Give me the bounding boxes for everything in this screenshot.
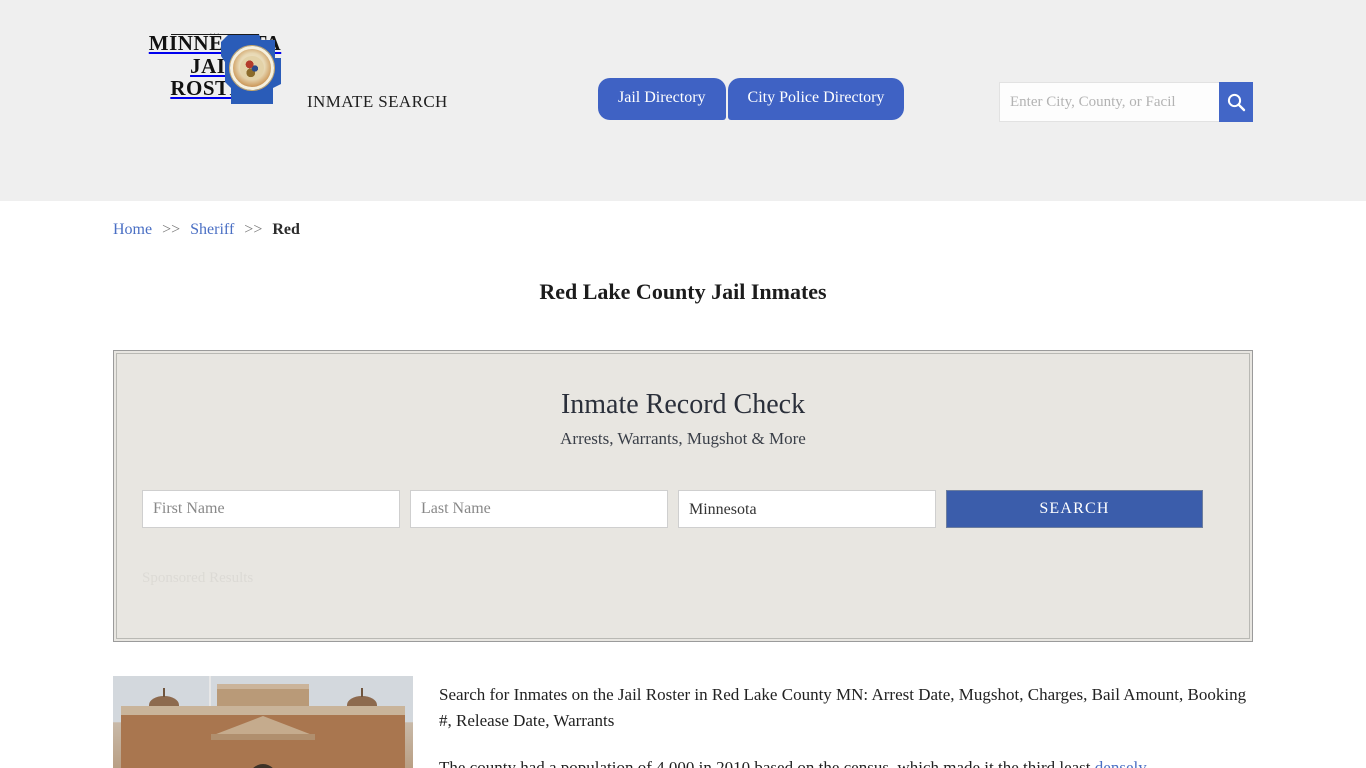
breadcrumb-item-current: Red — [272, 221, 300, 238]
county-info-paragraph-2: The county had a population of 4,000 in … — [439, 755, 1253, 768]
state-select[interactable]: Minnesota — [678, 490, 936, 528]
county-courthouse-photo — [113, 676, 413, 768]
inmate-record-check-panel: Inmate Record Check Arrests, Warrants, M… — [113, 350, 1253, 642]
site-header: ··· MINNESOTA JAIL ROSTER INMATE SEARCH … — [0, 0, 1366, 201]
site-logo[interactable]: ··· MINNESOTA JAIL ROSTER — [145, 30, 285, 104]
sponsored-results-label: Sponsored Results — [142, 570, 254, 586]
first-name-input[interactable] — [142, 490, 400, 528]
brand-divider-dots: ··· — [209, 30, 221, 39]
nav-tab-city-police-directory[interactable]: City Police Directory — [727, 78, 905, 120]
site-tagline: INMATE SEARCH — [307, 92, 448, 111]
breadcrumb: Home >> Sheriff >> Red — [113, 201, 1253, 239]
header-search-form — [999, 82, 1253, 122]
county-info-text: Search for Inmates on the Jail Roster in… — [439, 676, 1253, 768]
breadcrumb-item-home[interactable]: Home — [113, 221, 152, 238]
primary-nav: Jail Directory City Police Directory — [598, 78, 905, 120]
header-search-input[interactable] — [999, 82, 1219, 122]
header-search-button[interactable] — [1219, 82, 1253, 122]
record-check-subtitle: Arrests, Warrants, Mugshot & More — [560, 429, 806, 448]
inmate-search-form: Minnesota SEARCH — [142, 490, 1224, 528]
county-info-link[interactable]: densely — [1095, 758, 1147, 768]
last-name-input[interactable] — [410, 490, 668, 528]
county-info-row: Search for Inmates on the Jail Roster in… — [113, 676, 1253, 768]
page-title: Red Lake County Jail Inmates — [539, 279, 827, 304]
search-icon — [1227, 93, 1246, 112]
county-info-paragraph-1: Search for Inmates on the Jail Roster in… — [439, 685, 1247, 730]
header-inner: ··· MINNESOTA JAIL ROSTER INMATE SEARCH … — [113, 0, 1253, 201]
record-check-title: Inmate Record Check — [560, 389, 806, 420]
main-content: Home >> Sheriff >> Red Red Lake County J… — [113, 201, 1253, 768]
nav-tab-jail-directory[interactable]: Jail Directory — [598, 78, 726, 120]
breadcrumb-separator-2: >> — [244, 221, 263, 238]
county-info-paragraph-2-text: The county had a population of 4,000 in … — [439, 758, 1095, 768]
inmate-search-button[interactable]: SEARCH — [946, 490, 1203, 528]
seal-emblem-icon — [230, 46, 274, 90]
breadcrumb-item-sheriff[interactable]: Sheriff — [190, 221, 234, 238]
breadcrumb-separator-1: >> — [162, 221, 181, 238]
